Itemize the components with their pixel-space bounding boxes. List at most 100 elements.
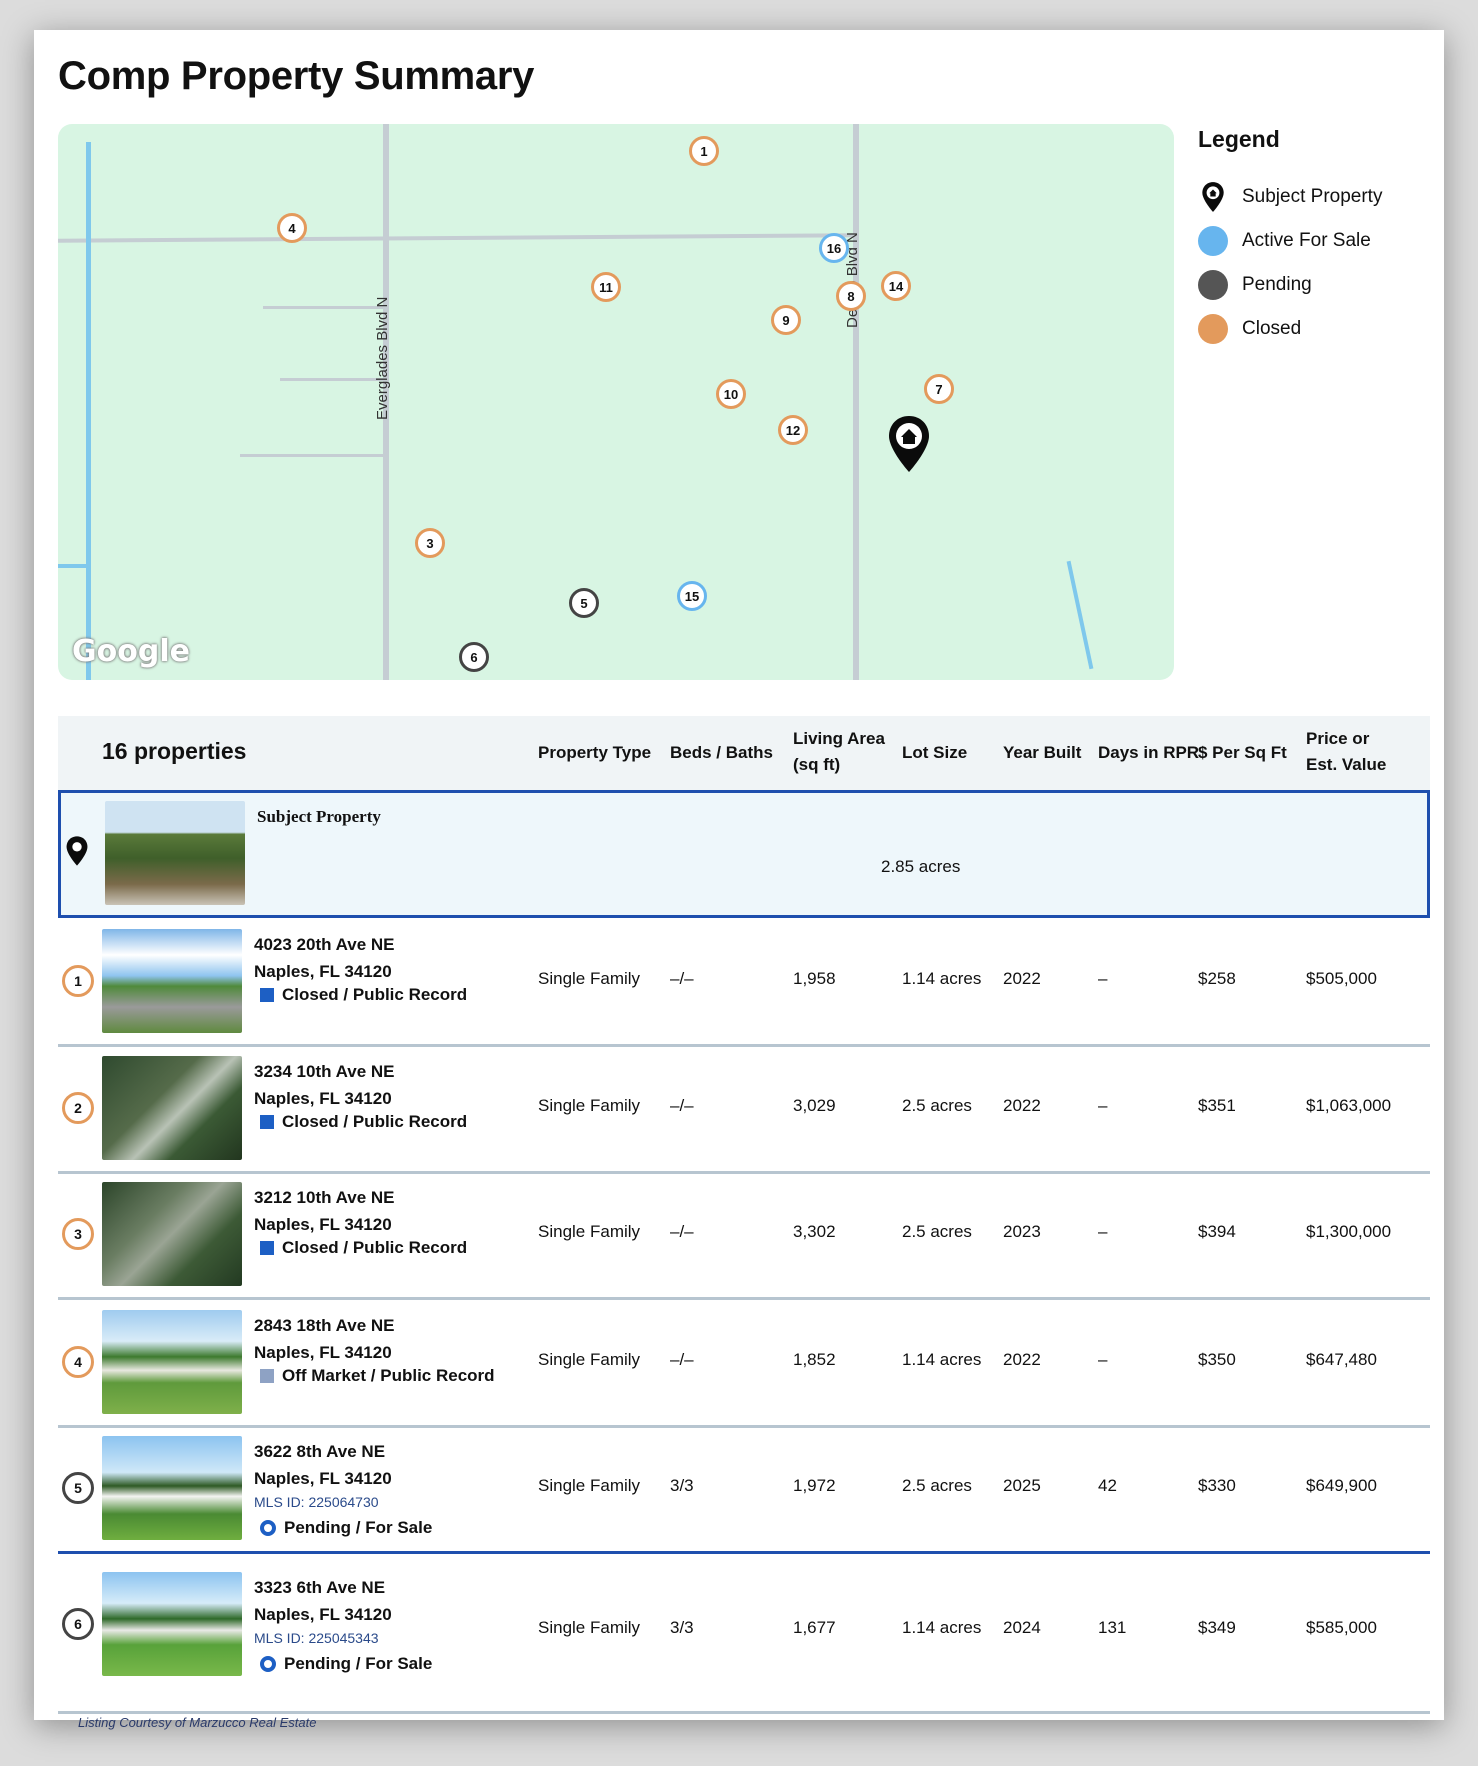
cell-price: $585,000 [1306,1618,1377,1637]
road-minor-1 [263,306,385,309]
status-text: Off Market / Public Record [282,1366,495,1385]
listing-status: Off Market / Public Record [254,1366,495,1386]
map-marker-12[interactable]: 12 [778,415,808,445]
map-marker-11[interactable]: 11 [591,272,621,302]
map-marker-7[interactable]: 7 [924,374,954,404]
property-address[interactable]: 3234 10th Ave NE Naples, FL 34120 [254,1058,394,1112]
table-row[interactable]: 1 4023 20th Ave NE Naples, FL 34120 Closed … [58,921,1430,1047]
cell-type: Single Family [538,1222,641,1241]
status-square-icon [260,988,274,1002]
cell-year: 2022 [1003,1096,1041,1115]
map-marker-10[interactable]: 10 [716,379,746,409]
cell-beds: –/– [670,1096,694,1115]
cell-lot: 1.14 acres [902,969,982,988]
cell-type: Single Family [538,1618,641,1637]
property-address[interactable]: 4023 20th Ave NE Naples, FL 34120 [254,931,394,985]
property-photo[interactable] [102,1182,242,1286]
cell-price: $649,900 [1306,1476,1377,1495]
active-dot-icon [1198,226,1228,256]
property-photo[interactable] [102,1056,242,1160]
map-legend: Legend Subject Property Active For Sale … [1198,126,1428,351]
google-logo: Google [72,634,190,669]
map-marker-4[interactable]: 4 [277,213,307,243]
cell-lot: 2.5 acres [902,1476,972,1495]
listing-status: Closed / Public Record [254,1238,467,1258]
property-address[interactable]: 3622 8th Ave NE Naples, FL 34120 [254,1438,392,1492]
pending-dot-icon [1198,270,1228,300]
cell-days: – [1098,1350,1108,1369]
cell-year: 2024 [1003,1618,1041,1637]
cell-beds: –/– [670,1222,694,1241]
row-number-badge: 2 [62,1092,94,1124]
cell-year: 2022 [1003,1350,1041,1369]
listing-status: Closed / Public Record [254,1112,467,1132]
cell-beds: –/– [670,969,694,988]
col-per-sq-ft: $ Per Sq Ft [1198,743,1287,762]
property-address[interactable]: 2843 18th Ave NE Naples, FL 34120 [254,1312,394,1366]
address-street: 2843 18th Ave NE [254,1316,395,1335]
property-address[interactable]: 3323 6th Ave NE Naples, FL 34120 [254,1574,392,1628]
property-photo[interactable] [102,1310,242,1414]
address-street: 3234 10th Ave NE [254,1062,395,1081]
comp-map[interactable]: Everglades Blvd N Desoto Blvd N 1 4 16 1… [58,124,1174,680]
table-row[interactable]: 3 3212 10th Ave NE Naples, FL 34120 Closed … [58,1174,1430,1300]
subject-lot-size: 2.85 acres [881,857,961,876]
table-row[interactable]: 5 3622 8th Ave NE Naples, FL 34120 MLS ID: … [58,1428,1430,1554]
map-marker-8[interactable]: 8 [836,281,866,311]
row-number-badge: 5 [62,1472,94,1504]
map-marker-1[interactable]: 1 [689,136,719,166]
road-label-everglades: Everglades Blvd N [374,296,391,420]
stream [1066,560,1094,670]
subject-pin-icon [66,836,88,866]
cell-beds: 3/3 [670,1618,694,1637]
subject-label: Subject Property [257,807,381,826]
cell-year: 2025 [1003,1476,1041,1495]
address-city: Naples, FL 34120 [254,1089,392,1108]
cell-lot: 2.5 acres [902,1096,972,1115]
cell-ppsf: $330 [1198,1476,1236,1495]
map-marker-15[interactable]: 15 [677,581,707,611]
map-marker-16[interactable]: 16 [819,233,849,263]
status-text: Closed / Public Record [282,1112,468,1131]
address-city: Naples, FL 34120 [254,1215,392,1234]
cell-days: – [1098,1222,1108,1241]
map-marker-9[interactable]: 9 [771,305,801,335]
status-square-icon [260,1241,274,1255]
address-city: Naples, FL 34120 [254,1605,392,1624]
cell-area: 3,029 [793,1096,836,1115]
property-count: 16 properties [102,738,247,764]
map-marker-3[interactable]: 3 [415,528,445,558]
mls-id: MLS ID: 225045343 [254,1630,379,1646]
cell-area: 3,302 [793,1222,836,1241]
cell-price: $1,063,000 [1306,1096,1392,1115]
col-price: Price or Est. Value [1306,729,1387,774]
listing-status: Pending / For Sale [254,1654,432,1674]
row-number-badge: 4 [62,1346,94,1378]
table-row[interactable]: 4 2843 18th Ave NE Naples, FL 34120 Off Mar… [58,1302,1430,1428]
col-lot-size: Lot Size [902,743,968,762]
table-row[interactable]: 2 3234 10th Ave NE Naples, FL 34120 Closed … [58,1048,1430,1174]
legend-item-active: Active For Sale [1198,219,1428,263]
map-marker-14[interactable]: 14 [881,271,911,301]
address-city: Naples, FL 34120 [254,1343,392,1362]
canal [86,142,91,680]
property-photo[interactable] [102,1572,242,1676]
property-address[interactable]: 3212 10th Ave NE Naples, FL 34120 [254,1184,394,1238]
table-row[interactable]: 6 3323 6th Ave NE Naples, FL 34120 MLS ID: … [58,1564,1430,1714]
map-marker-6[interactable]: 6 [459,642,489,672]
map-marker-5[interactable]: 5 [569,588,599,618]
cell-area: 1,852 [793,1350,836,1369]
property-photo[interactable] [105,801,245,905]
address-city: Naples, FL 34120 [254,1469,392,1488]
listing-status: Closed / Public Record [254,985,467,1005]
subject-row[interactable]: Subject Property 2.85 acres [58,790,1430,918]
cell-area: 1,677 [793,1618,836,1637]
subject-property-pin-icon[interactable] [886,414,932,474]
status-text: Closed / Public Record [282,1238,468,1257]
report-page: Comp Property Summary Everglades Blvd N … [34,30,1444,1730]
property-photo[interactable] [102,1436,242,1540]
legend-label: Closed [1242,318,1302,339]
property-photo[interactable] [102,929,242,1033]
cell-area: 1,972 [793,1476,836,1495]
cell-days: 131 [1098,1618,1127,1637]
